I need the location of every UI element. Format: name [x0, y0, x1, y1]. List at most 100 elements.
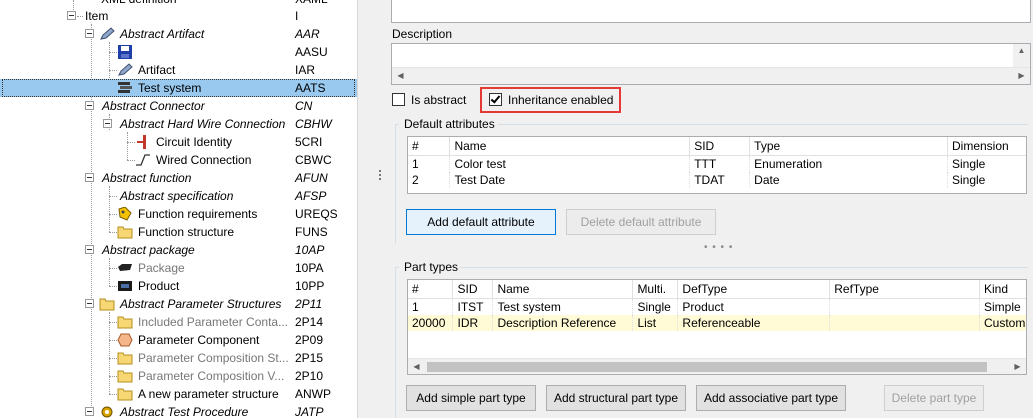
inheritance-enabled-checkbox[interactable]: [489, 93, 502, 106]
scroll-right-icon[interactable]: ▶: [1013, 68, 1030, 84]
tree-row-function-structure[interactable]: Function structure FUNS: [0, 223, 357, 241]
column-header[interactable]: Multi.: [632, 280, 679, 299]
column-header[interactable]: DefType: [677, 280, 831, 299]
column-header[interactable]: RefType: [829, 280, 980, 299]
collapse-icon[interactable]: [85, 29, 94, 38]
tree-row-abstract-test-procedure[interactable]: Abstract Test Procedure JATP: [0, 403, 357, 418]
tree-row-test-system[interactable]: Test system AATS: [0, 79, 357, 97]
top-text-area[interactable]: [391, 0, 1031, 23]
default-attributes-title: Default attributes: [404, 117, 495, 131]
tree-row-abstract-artifact[interactable]: Abstract Artifact AAR: [0, 25, 357, 43]
description-vscroll[interactable]: ▲: [1013, 44, 1030, 67]
column-header[interactable]: #: [408, 280, 454, 299]
tree-row-abstract-function[interactable]: Abstract function AFUN: [0, 169, 357, 187]
add-associative-part-type-button[interactable]: Add associative part type: [696, 385, 846, 411]
tree-row-product[interactable]: Product 10PP: [0, 277, 357, 295]
part-types-scrollbar[interactable]: ◀ ▶: [408, 358, 1026, 374]
table-cell: Enumeration: [749, 155, 948, 172]
table-cell: TTT: [689, 155, 751, 172]
tree-item-label: Item: [85, 9, 109, 23]
add-structural-part-type-button[interactable]: Add structural part type: [546, 385, 686, 411]
tree-row-parameter-composition-value[interactable]: Parameter Composition V... 2P10: [0, 367, 357, 385]
tree-item-sid: CBWC: [295, 153, 332, 167]
tree-item-label: Test system: [138, 81, 202, 95]
add-default-attribute-button[interactable]: Add default attribute: [406, 209, 556, 235]
column-header[interactable]: Name: [492, 280, 634, 299]
table-row[interactable]: 1 Color test TTT Enumeration Single: [408, 155, 1026, 172]
inheritance-enabled-label: Inheritance enabled: [508, 93, 614, 107]
scroll-right-icon[interactable]: ▶: [1009, 359, 1026, 374]
tree-row-wired-connection[interactable]: Wired Connection CBWC: [0, 151, 357, 169]
scroll-up-icon[interactable]: ▲: [1013, 46, 1030, 55]
tree-row-artifact[interactable]: Artifact IAR: [0, 61, 357, 79]
tree-item-label: Function requirements: [138, 207, 258, 221]
scroll-left-icon[interactable]: ◀: [392, 68, 409, 84]
tree-row-new-parameter-structure[interactable]: A new parameter structure ANWP: [0, 385, 357, 403]
collapse-icon[interactable]: [85, 173, 94, 182]
column-header[interactable]: Dimension: [947, 137, 1026, 156]
tree-row-circuit-identity[interactable]: Circuit Identity 5CRI: [0, 133, 357, 151]
table-row[interactable]: 1 ITST Test system Single Product Simple: [408, 298, 1026, 315]
column-header[interactable]: Kind: [979, 280, 1026, 299]
tree-row-abstract-connector[interactable]: Abstract Connector CN: [0, 97, 357, 115]
tree-item-sid: CBHW: [295, 117, 332, 131]
folder-icon: [117, 352, 133, 365]
resize-grip-icon[interactable]: • • • •: [704, 242, 733, 253]
tree-row-package[interactable]: Package 10PA: [0, 259, 357, 277]
column-header[interactable]: Type: [749, 137, 948, 156]
tree-item-sid: 5CRI: [295, 135, 323, 149]
table-cell: Color test: [449, 155, 691, 172]
tree-row-abstract-specification[interactable]: Abstract specification AFSP: [0, 187, 357, 205]
collapse-icon[interactable]: [85, 407, 94, 416]
tree-row-abstract-package[interactable]: Abstract package 10AP: [0, 241, 357, 259]
table-cell: Custom: [979, 314, 1026, 331]
table-row[interactable]: 20000 IDR Description Reference List Ref…: [408, 314, 1026, 331]
tree-row-abstract-parameter-structures[interactable]: Abstract Parameter Structures 2P11: [0, 295, 357, 313]
collapse-icon[interactable]: [85, 101, 94, 110]
table-cell: Description Reference: [492, 314, 634, 331]
is-abstract-checkbox[interactable]: [392, 93, 405, 106]
description-scrollbar[interactable]: ◀ ▶: [392, 67, 1030, 84]
tree-item-sid: AFSP: [295, 189, 327, 203]
column-header[interactable]: SID: [689, 137, 751, 156]
folder-icon: [117, 316, 133, 329]
collapse-icon[interactable]: [85, 299, 94, 308]
tree-row-aasu[interactable]: AASU: [0, 43, 357, 61]
collapse-icon[interactable]: [103, 119, 112, 128]
default-attributes-table[interactable]: # Name SID Type Dimension 1 Color test T…: [407, 136, 1027, 194]
tree-row-parameter-composition-structure[interactable]: Parameter Composition St... 2P15: [0, 349, 357, 367]
tree-row-item[interactable]: Item I: [0, 7, 357, 25]
delete-default-attribute-button[interactable]: Delete default attribute: [566, 209, 716, 235]
folder-icon: [99, 298, 115, 311]
scrollbar-thumb[interactable]: [427, 362, 987, 372]
description-field[interactable]: ◀ ▶ ▲: [391, 43, 1031, 85]
tree-item-label: Parameter Component: [138, 333, 260, 347]
collapse-icon[interactable]: [67, 11, 76, 20]
delete-part-type-button[interactable]: Delete part type: [884, 385, 984, 411]
tree-item-label: Abstract package: [102, 243, 195, 257]
column-header[interactable]: #: [408, 137, 451, 156]
scroll-left-icon[interactable]: ◀: [408, 359, 425, 374]
collapse-icon[interactable]: [85, 245, 94, 254]
column-header[interactable]: Name: [449, 137, 691, 156]
tree-item-sid: 10AP: [295, 243, 325, 257]
tree-item-label: Wired Connection: [156, 153, 252, 167]
tree-item-sid: 2P09: [295, 333, 324, 347]
add-simple-part-type-button[interactable]: Add simple part type: [406, 385, 536, 411]
tree-item-label: Abstract Test Procedure: [120, 405, 249, 418]
tree-item-label: Product: [138, 279, 180, 293]
tree-row-function-requirements[interactable]: Function requirements UREQS: [0, 205, 357, 223]
tree-item-label: Package: [138, 261, 185, 275]
column-header[interactable]: SID: [452, 280, 494, 299]
folder-icon: [117, 370, 133, 383]
tree-row-parameter-component[interactable]: Parameter Component 2P09: [0, 331, 357, 349]
tree-row-included-parameter-container[interactable]: Included Parameter Conta... 2P14: [0, 313, 357, 331]
panel-splitter[interactable]: [357, 0, 390, 418]
tree-item-sid: AATS: [295, 81, 326, 95]
connector-pin-icon: [137, 135, 146, 149]
tree-item-sid: JATP: [295, 405, 324, 418]
tree-row-abstract-hard-wire-connection[interactable]: Abstract Hard Wire Connection CBHW: [0, 115, 357, 133]
part-types-table[interactable]: # SID Name Multi. DefType RefType Kind 1…: [407, 279, 1027, 375]
type-tree[interactable]: XML definition XAML Item I Abstract Arti…: [0, 0, 357, 418]
table-row[interactable]: 2 Test Date TDAT Date Single: [408, 171, 1026, 188]
